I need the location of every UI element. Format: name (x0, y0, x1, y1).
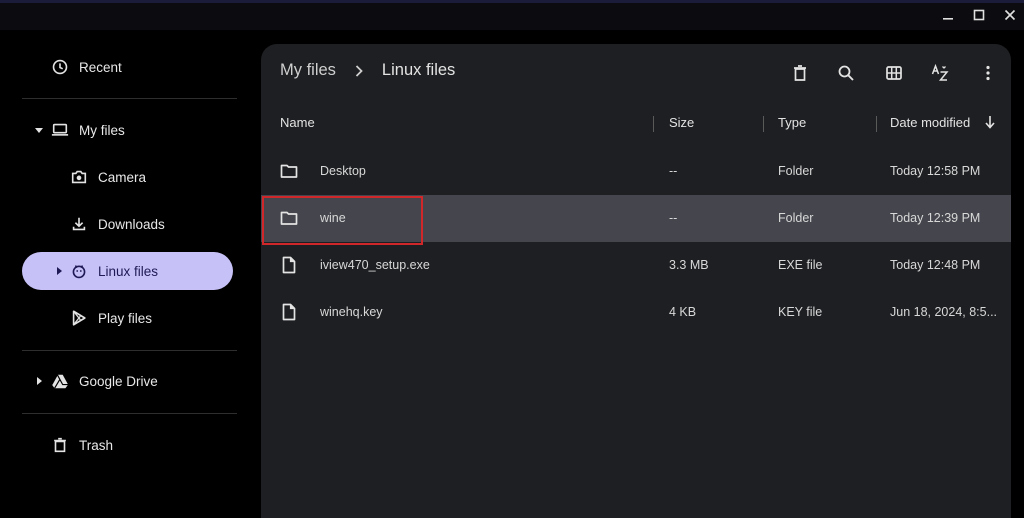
delete-icon[interactable] (785, 58, 815, 88)
title-bar (0, 0, 1024, 30)
sidebar-item-downloads[interactable]: Downloads (22, 205, 233, 243)
clock-icon (50, 57, 70, 77)
trash-icon (50, 435, 70, 455)
play-store-icon (69, 308, 89, 328)
sidebar-item-label: My files (79, 122, 125, 138)
column-separator[interactable] (876, 116, 877, 132)
column-separator[interactable] (763, 116, 764, 132)
file-date: Today 12:48 PM (890, 258, 981, 272)
sidebar-item-play-files[interactable]: Play files (22, 299, 233, 337)
search-icon[interactable] (831, 58, 861, 88)
file-type: EXE file (778, 258, 823, 272)
title-bar-accent (0, 0, 1024, 3)
file-icon (280, 303, 300, 323)
expand-right-icon[interactable] (34, 376, 44, 386)
sidebar-divider (22, 98, 237, 99)
file-date: Today 12:58 PM (890, 164, 981, 178)
table-row[interactable]: iview470_setup.exe 3.3 MB EXE file Today… (261, 242, 1011, 289)
file-size: 3.3 MB (669, 258, 709, 272)
file-icon (280, 256, 300, 276)
laptop-icon (50, 120, 70, 140)
sidebar-item-camera[interactable]: Camera (22, 158, 233, 196)
more-vert-icon[interactable] (973, 58, 1003, 88)
download-icon (69, 214, 89, 234)
sidebar-item-linux-files[interactable]: Linux files (22, 252, 233, 290)
camera-icon (69, 167, 89, 187)
sidebar-item-label: Google Drive (79, 373, 158, 389)
column-header-size[interactable]: Size (669, 115, 694, 130)
sidebar-item-label: Linux files (98, 263, 159, 279)
file-size: -- (669, 164, 678, 178)
column-header-type[interactable]: Type (778, 115, 806, 130)
file-date: Today 12:39 PM (890, 211, 981, 225)
breadcrumb-my-files[interactable]: My files (280, 61, 336, 80)
minimize-icon[interactable] (937, 5, 959, 25)
grid-view-icon[interactable] (879, 58, 909, 88)
sidebar-item-label: Camera (98, 169, 147, 185)
file-name: winehq.key (320, 305, 383, 319)
maximize-icon[interactable] (968, 5, 990, 25)
breadcrumb-linux-files[interactable]: Linux files (382, 61, 455, 80)
table-row[interactable]: winehq.key 4 KB KEY file Jun 18, 2024, 8… (261, 289, 1011, 336)
column-header-name[interactable]: Name (280, 115, 315, 130)
file-list-panel: My files Linux files Name Size Type Date… (261, 44, 1011, 518)
sidebar-item-google-drive[interactable]: Google Drive (22, 362, 233, 400)
file-size: 4 KB (669, 305, 697, 319)
annotation-highlight-box (262, 196, 423, 245)
expand-right-icon[interactable] (54, 266, 64, 276)
sidebar-item-label: Trash (79, 437, 114, 453)
file-type: Folder (778, 211, 814, 225)
column-separator[interactable] (653, 116, 654, 132)
sidebar-divider (22, 413, 237, 414)
sidebar-item-label: Downloads (98, 216, 165, 232)
file-size: -- (669, 211, 678, 225)
file-name: iview470_setup.exe (320, 258, 430, 272)
sidebar-item-my-files[interactable]: My files (22, 111, 233, 149)
table-header: Name Size Type Date modified (261, 106, 1011, 140)
sidebar-item-label: Play files (98, 310, 153, 326)
sort-descending-icon[interactable] (983, 114, 997, 130)
sidebar: Recent My files Camera Downloads Linux f… (0, 30, 258, 518)
sidebar-item-recent[interactable]: Recent (22, 48, 233, 86)
breadcrumb: My files Linux files (280, 61, 455, 80)
file-name: Desktop (320, 164, 366, 178)
expand-down-icon[interactable] (34, 125, 44, 135)
sidebar-item-label: Recent (79, 59, 122, 75)
close-icon[interactable] (999, 5, 1021, 25)
sort-az-icon[interactable] (925, 58, 955, 88)
linux-penguin-icon (69, 261, 89, 281)
google-drive-icon (50, 371, 70, 391)
folder-icon (280, 162, 300, 182)
file-type: KEY file (778, 305, 823, 319)
chevron-right-icon (354, 64, 366, 78)
column-header-date-modified[interactable]: Date modified (890, 115, 970, 130)
file-date: Jun 18, 2024, 8:5... (890, 305, 998, 319)
table-row[interactable]: Desktop -- Folder Today 12:58 PM (261, 148, 1011, 195)
sidebar-divider (22, 350, 237, 351)
file-type: Folder (778, 164, 814, 178)
sidebar-item-trash[interactable]: Trash (22, 426, 233, 464)
